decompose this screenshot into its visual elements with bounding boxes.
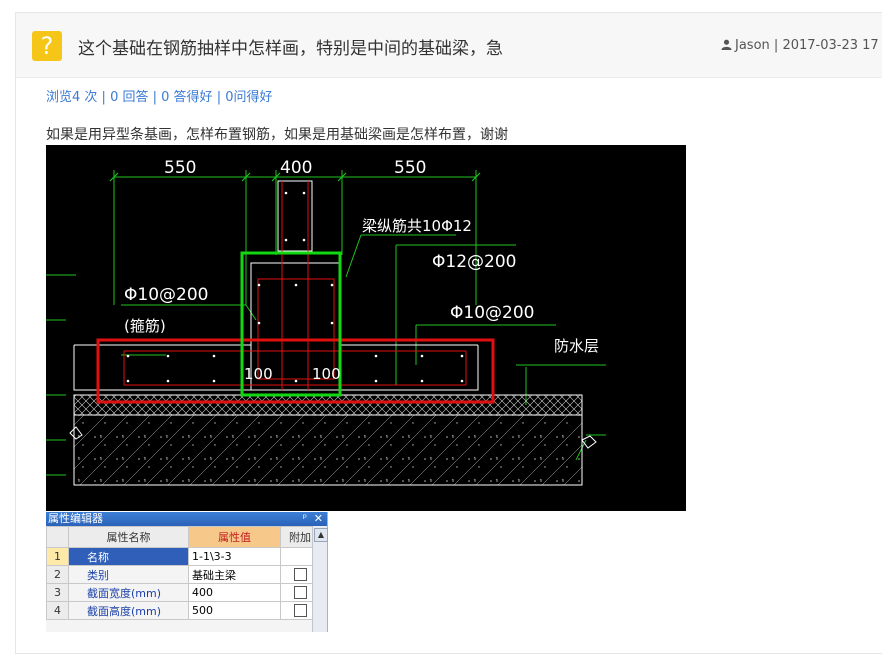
author-name[interactable]: Jason: [735, 38, 770, 53]
stats-separator: |: [152, 90, 158, 105]
question-body: 如果是用异型条基画，怎样布置钢筋，如果是用基础梁画是怎样布置，谢谢: [46, 127, 508, 143]
cad-drawing-image: 550 400 550 梁纵筋共10Φ12 Φ12@200 Φ10@200 (箍…: [46, 145, 686, 511]
waterproof-layer: [73, 394, 583, 416]
extra-checkbox[interactable]: [293, 586, 307, 600]
pin-icon[interactable]: ᵖ: [303, 512, 307, 526]
dim-left-label: 550: [164, 158, 196, 178]
property-name[interactable]: 类别: [68, 565, 189, 584]
column-header-name[interactable]: 属性名称: [68, 526, 189, 548]
meta-separator: |: [773, 38, 779, 53]
phi12-spacing-label: Φ12@200: [432, 252, 516, 272]
row-number: 2: [46, 565, 69, 584]
phi10-right-label: Φ10@200: [450, 303, 534, 323]
stirrup-label: (箍筋): [124, 317, 166, 335]
property-editor-title: 属性编辑器: [48, 512, 103, 525]
property-name[interactable]: 截面宽度(mm): [68, 583, 189, 602]
property-editor-panel: 属性编辑器 ᵖ ✕ 属性名称 属性值 附加 1 名称 1-1\3-3 2 类别 …: [46, 512, 328, 632]
property-name[interactable]: 名称: [68, 547, 189, 566]
red-highlight-box: [96, 338, 495, 404]
table-row[interactable]: 2 类别 基础主梁: [46, 565, 320, 584]
row-number: 4: [46, 601, 69, 620]
concrete-cushion: [73, 414, 583, 486]
row-number-header: [46, 526, 69, 548]
property-value-input[interactable]: 基础主梁: [188, 565, 281, 584]
question-mark-icon: ?: [32, 31, 62, 61]
question-stats: 浏览4 次 | 0 回答 | 0 答得好 | 0问得好: [46, 86, 273, 105]
foundation-section-drawing: 550 400 550 梁纵筋共10Φ12 Φ12@200 Φ10@200 (箍…: [46, 158, 606, 486]
row-number: 1: [46, 547, 69, 566]
post-date: 2017-03-23 17: [782, 38, 879, 53]
dim-100-left: 100: [244, 365, 273, 383]
stats-separator: |: [216, 90, 222, 105]
scroll-up-icon[interactable]: ▲: [314, 528, 328, 542]
property-value-input[interactable]: 1-1\3-3: [188, 547, 281, 566]
waterproof-label: 防水层: [554, 337, 599, 355]
question-title[interactable]: 这个基础在钢筋抽样中怎样画，特别是中间的基础梁，急: [78, 34, 503, 59]
extra-checkbox[interactable]: [293, 604, 307, 618]
question-meta: Jason | 2017-03-23 17: [721, 38, 879, 53]
question-header: ? 这个基础在钢筋抽样中怎样画，特别是中间的基础梁，急 Jason | 2017…: [16, 13, 882, 78]
phi10-left-label: Φ10@200: [124, 285, 208, 305]
close-icon[interactable]: ✕: [314, 512, 323, 526]
column-header-value[interactable]: 属性值: [188, 526, 281, 548]
property-value-input[interactable]: 500: [188, 601, 281, 620]
property-value-input[interactable]: 400: [188, 583, 281, 602]
row-number: 3: [46, 583, 69, 602]
property-table-header: 属性名称 属性值 附加: [46, 526, 320, 548]
table-row[interactable]: 1 名称 1-1\3-3: [46, 547, 320, 566]
table-row[interactable]: 3 截面宽度(mm) 400: [46, 583, 320, 602]
property-table: 属性名称 属性值 附加 1 名称 1-1\3-3 2 类别 基础主梁 3 截面宽…: [46, 526, 320, 620]
answers-count[interactable]: 0 回答: [110, 90, 148, 105]
stats-separator: |: [101, 90, 106, 105]
dim-mid-label: 400: [280, 158, 312, 178]
user-icon: [721, 39, 732, 50]
property-name[interactable]: 截面高度(mm): [68, 601, 189, 620]
views-count: 浏览4 次: [46, 90, 98, 105]
dim-100-right: 100: [312, 365, 341, 383]
property-table-scrollbar[interactable]: ▲: [312, 526, 328, 632]
property-editor-titlebar[interactable]: 属性编辑器 ᵖ ✕: [46, 512, 327, 526]
extra-checkbox[interactable]: [293, 568, 307, 582]
beam-longitudinal-label: 梁纵筋共10Φ12: [362, 217, 472, 235]
drawing-labels: 550 400 550 梁纵筋共10Φ12 Φ12@200 Φ10@200 (箍…: [124, 158, 599, 383]
dim-right-label: 550: [394, 158, 426, 178]
good-answers-count[interactable]: 0 答得好: [161, 90, 212, 105]
table-row[interactable]: 4 截面高度(mm) 500: [46, 601, 320, 620]
good-questions-count[interactable]: 0问得好: [225, 90, 272, 105]
